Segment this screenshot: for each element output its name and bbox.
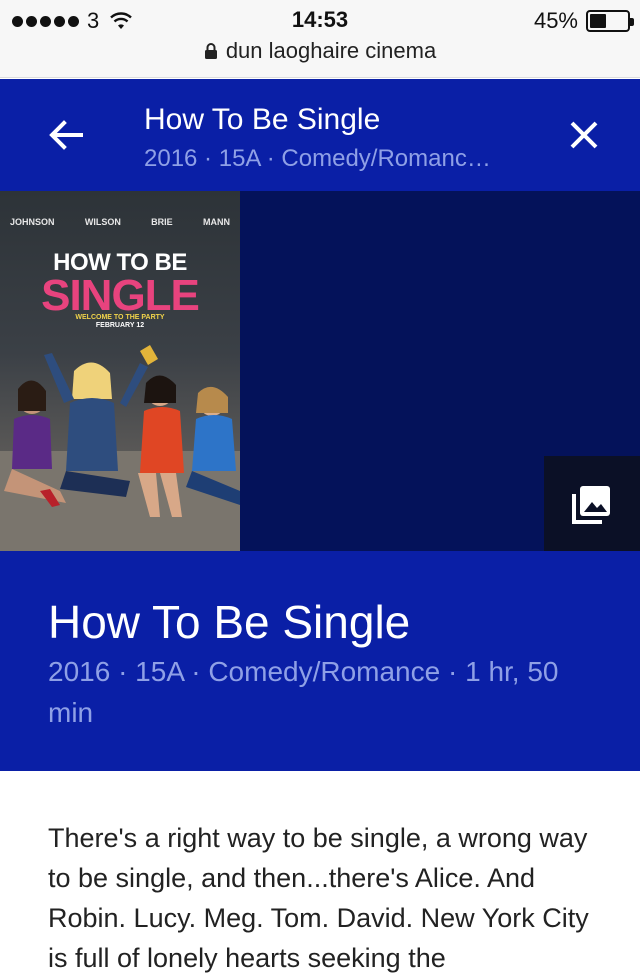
back-button[interactable] <box>40 109 92 161</box>
battery-percent: 45% <box>533 8 578 33</box>
movie-meta: 2016 · 15A · Comedy/Romance · 1 hr, 50 m… <box>48 656 559 728</box>
url-text: dun laoghaire cinema <box>225 38 437 63</box>
battery-level <box>590 14 607 28</box>
poster-cast: JOHNSON WILSON BRIE MANN <box>10 217 230 227</box>
poster-release-date: FEBRUARY 12 <box>95 322 145 329</box>
movie-description: There's a right way to be single, a wron… <box>48 823 589 973</box>
media-strip: JOHNSON WILSON BRIE MANN HOW TO BE SINGL… <box>0 191 640 551</box>
poster-tagline: WELCOME TO THE PARTY <box>75 314 165 321</box>
poster-cast-name: MANN <box>202 217 230 227</box>
battery-icon <box>586 10 634 32</box>
photo-gallery-icon <box>572 485 610 524</box>
address-bar[interactable]: dun laoghaire cinema <box>0 38 640 64</box>
arrow-left-icon <box>49 120 83 150</box>
movie-poster[interactable]: JOHNSON WILSON BRIE MANN HOW TO BE SINGL… <box>0 191 240 551</box>
header-subtitle: 2016 · 15A · Comedy/Romanc… <box>144 145 491 172</box>
status-right: 45% <box>533 8 634 34</box>
poster-cast-name: WILSON <box>84 217 121 227</box>
close-icon <box>570 121 598 149</box>
header-title: How To Be Single <box>144 103 381 136</box>
status-bar: 3 14:53 45% dun laoghaire cinema <box>0 0 640 78</box>
lock-icon <box>204 43 217 59</box>
app-header: How To Be Single 2016 · 15A · Comedy/Rom… <box>0 79 640 191</box>
close-button[interactable] <box>558 109 610 161</box>
poster-artwork <box>0 345 240 551</box>
movie-title: How To Be Single <box>48 596 411 648</box>
poster-cast-name: JOHNSON <box>10 217 55 227</box>
gallery-button[interactable] <box>544 456 640 551</box>
poster-cast-name: BRIE <box>151 217 173 227</box>
title-block: How To Be Single 2016 · 15A · Comedy/Rom… <box>0 551 640 771</box>
